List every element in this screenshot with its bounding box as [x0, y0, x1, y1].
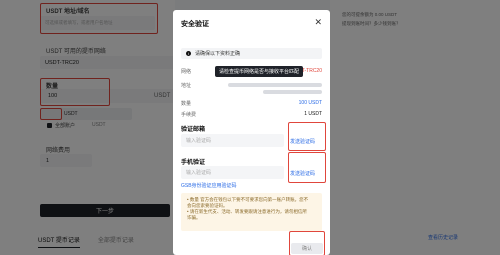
- phone-code-input[interactable]: 输入验证码: [181, 166, 284, 179]
- authenticator-link[interactable]: GSB身份验证应用验证码: [181, 182, 237, 189]
- email-code-input[interactable]: 输入验证码: [181, 134, 284, 147]
- confirm-highlight: [289, 231, 325, 255]
- warning-line: 诈骗。: [187, 215, 201, 220]
- notice-bar: i 请确保以下资料正确: [181, 48, 322, 59]
- modal-title: 安全验证: [181, 21, 209, 28]
- address-row-label: 地址: [181, 83, 192, 89]
- email-send-highlight: [288, 122, 326, 151]
- info-icon: i: [186, 51, 191, 56]
- network-row-label: 网络: [181, 69, 192, 75]
- close-icon[interactable]: ✕: [314, 17, 322, 28]
- warning-box: • 数量 官方会在钱包以下要不可要求您向第一账户转账。您不 会向您索要验证码。 …: [181, 193, 322, 231]
- address-row-value-blurred-2: [263, 90, 322, 94]
- network-tooltip: 请检查提币网络是否与接收平台匹配: [215, 66, 304, 77]
- amount-row-value: 100 USDT: [298, 100, 322, 106]
- amount-row-label: 数量: [181, 101, 192, 107]
- phone-send-highlight: [288, 152, 326, 183]
- email-verification-title: 验证邮箱: [181, 127, 206, 133]
- fee-row-value: 1 USDT: [304, 111, 322, 117]
- fee-row-label: 手续费: [181, 112, 197, 118]
- address-row-value-blurred: [228, 83, 322, 87]
- notice-text: 请确保以下资料正确: [195, 51, 241, 57]
- security-verification-modal: 安全验证 ✕ i 请确保以下资料正确 网络 USDT-TRC20 请检查提币网络…: [173, 10, 330, 255]
- warning-line: • 请在新生代支、活动、转发要跟请注意进行为，请勿相信所: [187, 209, 307, 214]
- phone-verification-title: 手机验证: [181, 160, 206, 166]
